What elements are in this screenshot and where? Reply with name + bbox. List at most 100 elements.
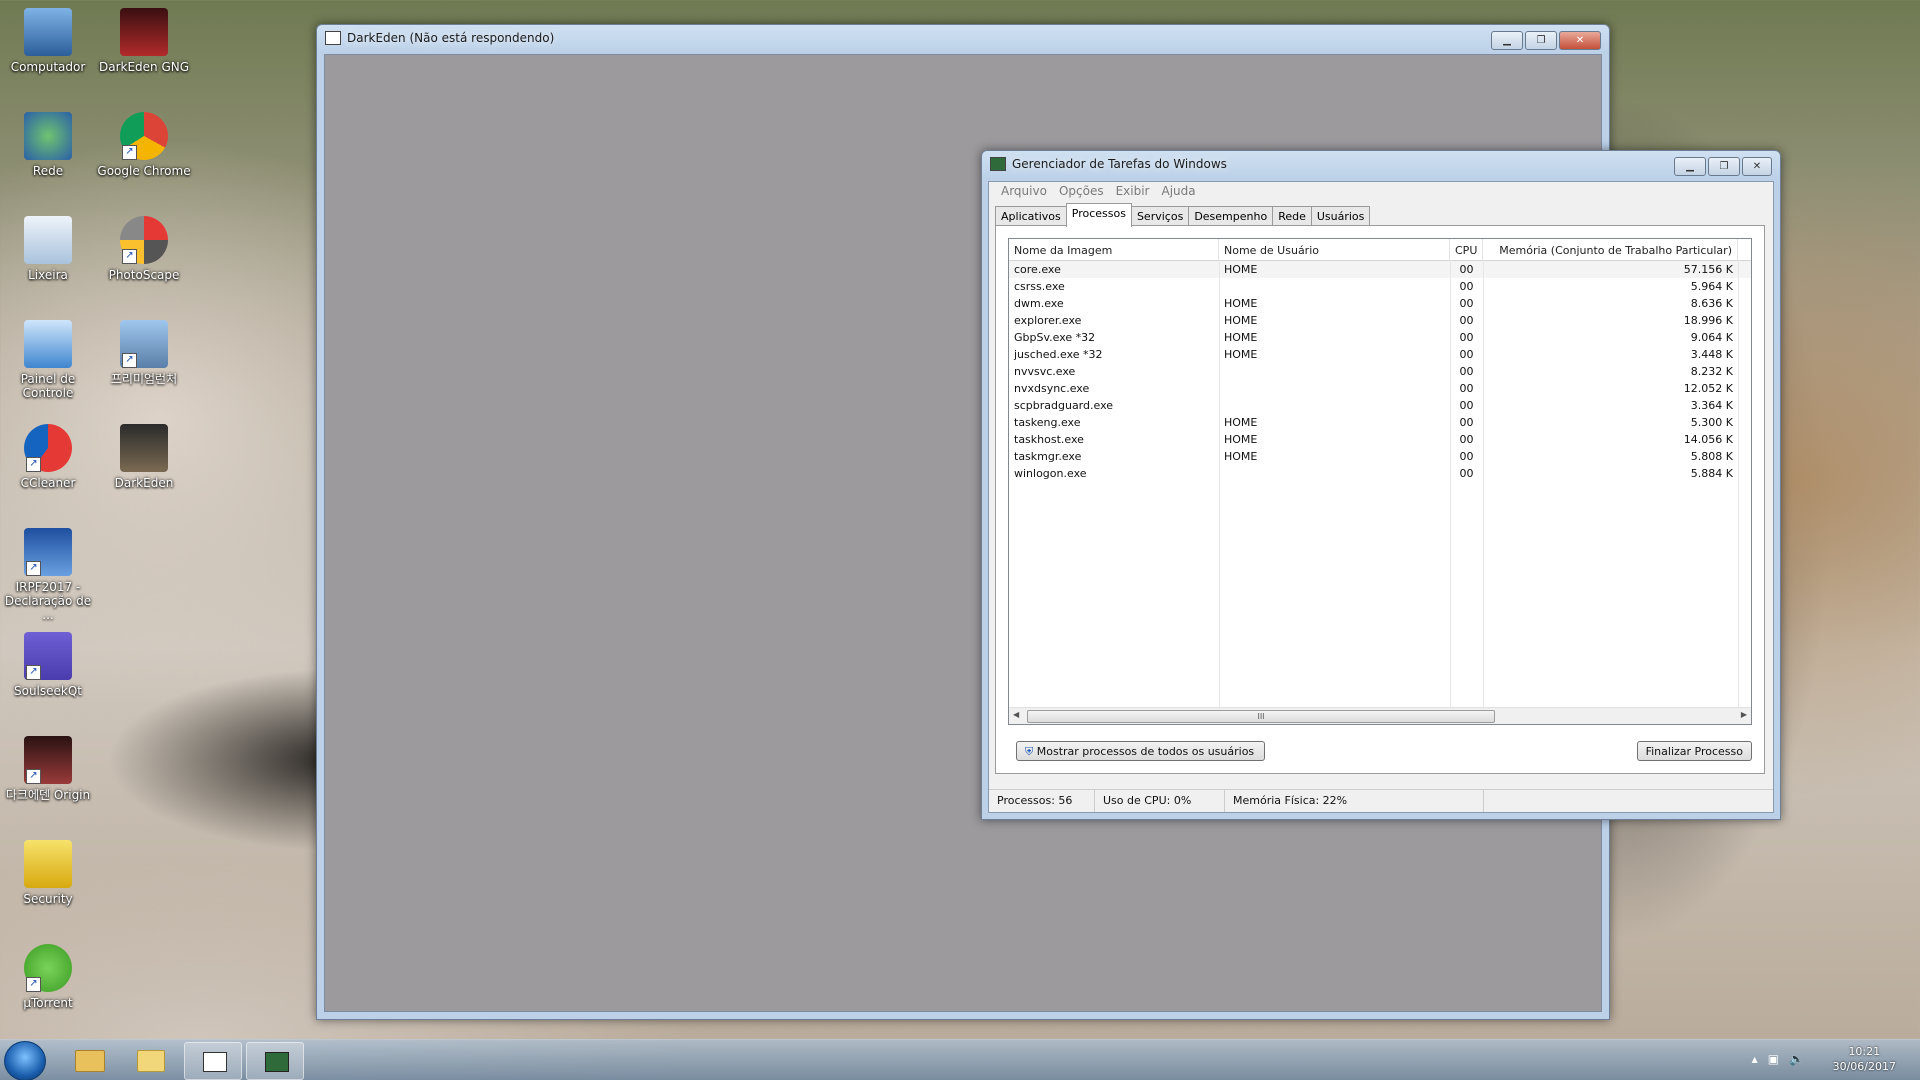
darkeden-origin-icon: ↗ [24,736,72,784]
process-list[interactable]: Nome da Imagem Nome de Usuário CPU Memór… [1008,238,1752,725]
menu-opcoes[interactable]: Opções [1053,184,1110,198]
tab-desempenho[interactable]: Desempenho [1188,206,1274,227]
shortcut-arrow-icon: ↗ [122,249,137,264]
desktop-icon-lixeira[interactable]: Lixeira [0,216,96,282]
cell-memory: 57.156 K [1683,263,1733,276]
column-more[interactable] [1738,239,1751,260]
window-icon [203,1052,227,1072]
table-row[interactable]: scpbradguard.exe 00 3.364 K [1009,397,1751,414]
menu-arquivo[interactable]: Arquivo [995,184,1053,198]
network-icon[interactable]: ▣ [1768,1052,1779,1066]
table-row[interactable]: taskhost.exe HOME 00 14.056 K [1009,431,1751,448]
show-all-processes-button[interactable]: ⛨ Mostrar processos de todos os usuários [1016,741,1265,761]
desktop-icon-soulseekqt[interactable]: ↗ SoulseekQt [0,632,96,698]
shortcut-arrow-icon: ↗ [26,665,41,680]
column-image-name[interactable]: Nome da Imagem [1009,239,1219,260]
desktop-icon-label: SoulseekQt [13,684,82,698]
show-hidden-icons-icon[interactable]: ▴ [1752,1052,1758,1066]
tab-rede[interactable]: Rede [1272,206,1312,227]
horizontal-scrollbar[interactable]: ◀ III ▶ [1009,707,1751,724]
window-icon [325,31,341,45]
desktop-icon-premium-launcher[interactable]: ↗ 프리미엄런처 [96,320,192,386]
scroll-left-arrow[interactable]: ◀ [1013,710,1019,719]
desktop-icon-darkeden-origin[interactable]: ↗ 다크에덴 Origin [0,736,96,802]
close-button[interactable]: ✕ [1742,157,1772,176]
minimize-button[interactable]: ▁ [1674,157,1706,176]
cell-memory: 8.232 K [1690,365,1733,378]
table-row[interactable]: core.exe HOME 00 57.156 K [1009,261,1751,278]
shortcut-arrow-icon: ↗ [26,977,41,992]
darkeden-taskbar-button[interactable] [184,1042,242,1080]
desktop-icon-label: µTorrent [23,996,73,1010]
desktop-icon-painel-de-controle[interactable]: Painel de Controle [0,320,96,400]
libraries-taskbar-button[interactable] [122,1042,178,1078]
cell-cpu: 00 [1459,365,1474,378]
task-manager-window[interactable]: Gerenciador de Tarefas do Windows ▁ ❐ ✕ … [981,150,1781,820]
clock[interactable]: 10:21 30/06/2017 [1833,1044,1896,1074]
cell-image-name: core.exe [1014,263,1061,276]
tab-processos[interactable]: Processos [1065,203,1132,227]
menu-ajuda[interactable]: Ajuda [1155,184,1201,198]
desktop-icon-photoscape[interactable]: ↗ PhotoScape [96,216,192,282]
cell-image-name: nvxdsync.exe [1014,382,1090,395]
status-processes: Processos: 56 [989,790,1095,812]
cell-user-name: HOME [1224,297,1258,310]
table-row[interactable]: nvvsvc.exe 00 8.232 K [1009,363,1751,380]
desktop-icon-label: DarkEden [114,476,174,490]
desktop-icon-ccleaner[interactable]: ↗ CCleaner [0,424,96,490]
table-row[interactable]: GbpSv.exe *32 HOME 00 9.064 K [1009,329,1751,346]
clock-time: 10:21 [1848,1045,1881,1058]
desktop-icon-google-chrome[interactable]: ↗ Google Chrome [96,112,192,178]
scroll-right-arrow[interactable]: ▶ [1741,710,1747,719]
cell-user-name: HOME [1224,416,1258,429]
start-button[interactable] [4,1041,46,1080]
desktop-icon-rede[interactable]: Rede [0,112,96,178]
cell-user-name: HOME [1224,433,1258,446]
cell-memory: 12.052 K [1683,382,1733,395]
desktop-icon-computador[interactable]: Computador [0,8,96,74]
scroll-thumb[interactable]: III [1027,710,1495,723]
cell-memory: 5.964 K [1690,280,1733,293]
task-manager-taskbar-button[interactable] [246,1042,304,1080]
shortcut-arrow-icon: ↗ [122,145,137,160]
cell-cpu: 00 [1459,263,1474,276]
maximize-button[interactable]: ❐ [1525,31,1557,50]
table-row[interactable]: jusched.exe *32 HOME 00 3.448 K [1009,346,1751,363]
table-row[interactable]: winlogon.exe 00 5.884 K [1009,465,1751,482]
desktop-icon-security[interactable]: Security [0,840,96,906]
column-user-name[interactable]: Nome de Usuário [1219,239,1450,260]
end-process-button[interactable]: Finalizar Processo [1636,741,1752,761]
tab-servicos[interactable]: Serviços [1130,206,1190,227]
soulseekqt-icon: ↗ [24,632,72,680]
maximize-button[interactable]: ❐ [1708,157,1740,176]
task-manager-title: Gerenciador de Tarefas do Windows [990,157,1227,171]
tab-aplicativos[interactable]: Aplicativos [995,206,1067,227]
table-row[interactable]: taskmgr.exe HOME 00 5.808 K [1009,448,1751,465]
volume-icon[interactable]: 🔈 [1789,1052,1804,1066]
desktop-icon-darkeden[interactable]: DarkEden [96,424,192,490]
status-memory: Memória Física: 22% [1225,790,1484,812]
shortcut-arrow-icon: ↗ [26,457,41,472]
table-row[interactable]: explorer.exe HOME 00 18.996 K [1009,312,1751,329]
cell-user-name [1219,278,1450,295]
menu-exibir[interactable]: Exibir [1110,184,1156,198]
desktop-icon-utorrent[interactable]: ↗ µTorrent [0,944,96,1010]
table-row[interactable]: dwm.exe HOME 00 8.636 K [1009,295,1751,312]
column-memory[interactable]: Memória (Conjunto de Trabalho Particular… [1483,239,1738,260]
cell-user-name [1219,397,1450,414]
column-cpu[interactable]: CPU [1450,239,1483,260]
minimize-button[interactable]: ▁ [1491,31,1523,50]
premium-launcher-icon: ↗ [120,320,168,368]
tab-usuarios[interactable]: Usuários [1310,206,1371,227]
table-row[interactable]: nvxdsync.exe 00 12.052 K [1009,380,1751,397]
table-row[interactable]: taskeng.exe HOME 00 5.300 K [1009,414,1751,431]
cell-image-name: winlogon.exe [1014,467,1087,480]
close-button[interactable]: ✕ [1559,31,1601,50]
desktop-icon-darkeden-gng[interactable]: DarkEden GNG [96,8,192,74]
painel-de-controle-icon [24,320,72,368]
cell-user-name: HOME [1224,263,1258,276]
desktop-icon-label: Rede [32,164,64,178]
desktop-icon-irpf2017[interactable]: ↗ IRPF2017 - Declaração de ... [0,528,96,622]
explorer-taskbar-button[interactable] [60,1042,116,1078]
table-row[interactable]: csrss.exe 00 5.964 K [1009,278,1751,295]
